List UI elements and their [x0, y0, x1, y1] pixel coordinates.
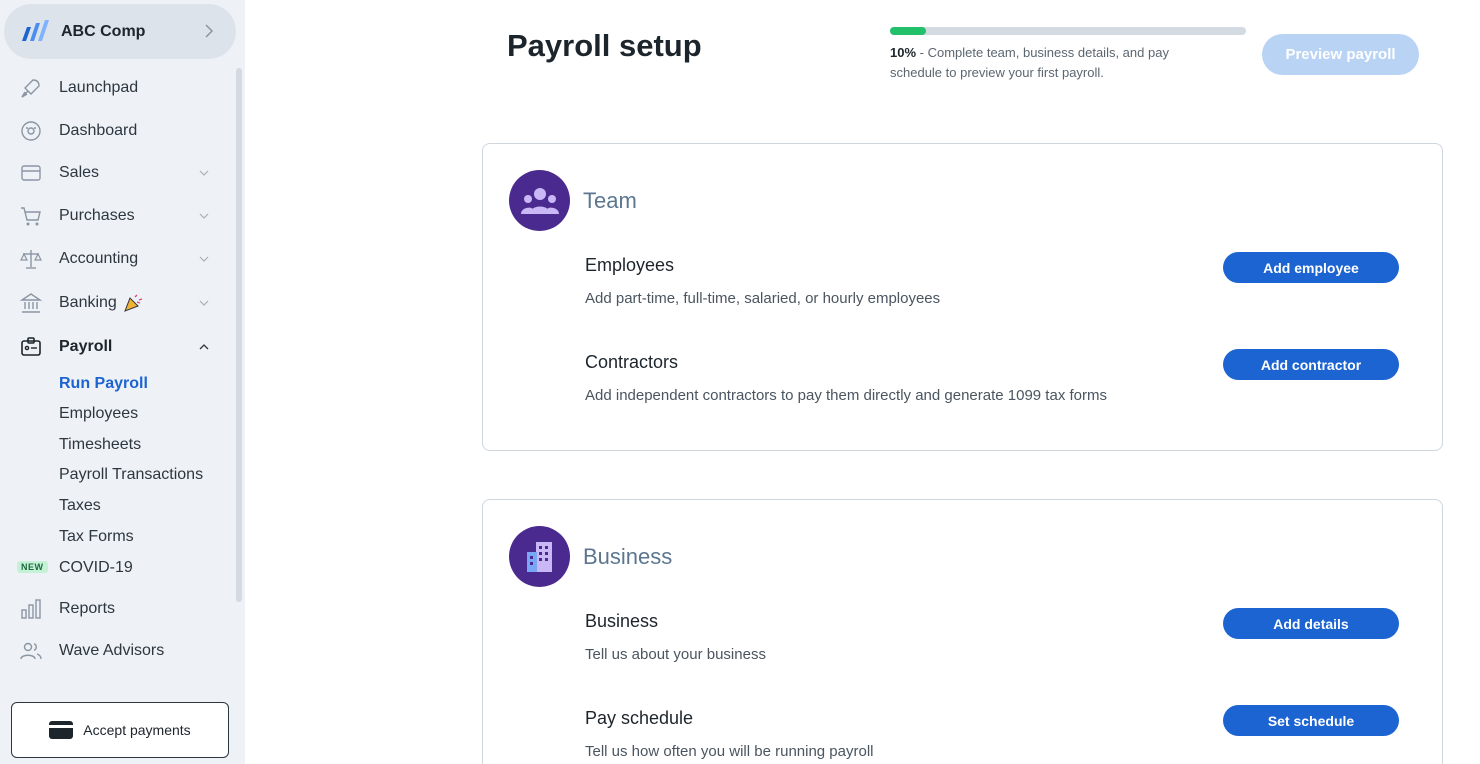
sidebar: ABC Comp Launchpad Dashboard Sales Purch… — [0, 0, 245, 764]
business-card: Business Business Tell us about your bus… — [482, 499, 1443, 764]
nav-label: Payroll — [59, 338, 113, 355]
payroll-badge-icon — [18, 334, 44, 360]
nav-sales[interactable]: Sales — [0, 155, 232, 191]
building-icon — [509, 526, 570, 587]
nav-banking[interactable]: Banking — [0, 285, 232, 321]
people-icon — [18, 638, 44, 664]
chevron-down-icon — [199, 300, 209, 306]
nav-sub-timesheets[interactable]: Timesheets — [59, 436, 141, 454]
party-popper-icon — [123, 294, 143, 312]
bar-chart-icon — [18, 596, 44, 622]
nav-label: Dashboard — [59, 122, 138, 139]
add-contractor-button[interactable]: Add contractor — [1223, 349, 1399, 380]
nav-reports[interactable]: Reports — [0, 591, 232, 627]
team-card: Team Employees Add part-time, full-time,… — [482, 143, 1443, 451]
employees-title: Employees — [585, 255, 675, 275]
dashboard-icon — [18, 118, 44, 144]
chevron-up-icon — [199, 344, 209, 350]
business-description: Tell us about your business — [585, 646, 766, 663]
nav-label: Wave Advisors — [59, 642, 165, 659]
preview-payroll-button[interactable]: Preview payroll — [1262, 34, 1419, 75]
contractors-title: Contractors — [585, 352, 679, 372]
sidebar-fade — [0, 680, 236, 702]
page-title: Payroll setup — [507, 28, 702, 63]
add-details-button[interactable]: Add details — [1223, 608, 1399, 639]
card-icon — [18, 160, 44, 186]
pay-schedule-description: Tell us how often you will be running pa… — [585, 743, 874, 760]
progress-bar — [890, 27, 1246, 35]
nav-sub-taxes[interactable]: Taxes — [59, 497, 101, 515]
employees-description: Add part-time, full-time, salaried, or h… — [585, 290, 941, 307]
chevron-down-icon — [199, 170, 209, 176]
nav-wave-advisors[interactable]: Wave Advisors — [0, 633, 232, 669]
nav-accounting[interactable]: Accounting — [0, 241, 232, 277]
progress-fill — [890, 27, 926, 35]
nav-label: Accounting — [59, 250, 139, 267]
nav-label: Launchpad — [59, 79, 139, 96]
accept-payments-button[interactable]: Accept payments — [11, 702, 229, 758]
contractors-description: Add independent contractors to pay them … — [585, 387, 1107, 404]
company-switcher[interactable]: ABC Comp — [4, 4, 236, 59]
new-badge: NEW — [17, 561, 48, 573]
team-icon — [509, 170, 570, 231]
nav-label: Purchases — [59, 207, 135, 224]
chevron-down-icon — [199, 213, 209, 219]
chevron-down-icon — [199, 256, 209, 262]
chevron-right-icon — [205, 24, 214, 38]
bank-icon — [18, 290, 44, 316]
nav-label: Banking — [59, 294, 117, 311]
wave-logo-icon — [22, 19, 49, 41]
add-employee-button[interactable]: Add employee — [1223, 252, 1399, 283]
company-name: ABC Comp — [61, 22, 146, 40]
progress-text: 10% - Complete team, business details, a… — [890, 43, 1220, 83]
nav-sub-employees[interactable]: Employees — [59, 405, 138, 423]
sidebar-scrollbar[interactable] — [236, 68, 242, 602]
nav-sub-run-payroll[interactable]: Run Payroll — [59, 375, 148, 393]
accept-payments-label: Accept payments — [83, 722, 191, 738]
nav-label: Reports — [59, 600, 116, 617]
set-schedule-button[interactable]: Set schedule — [1223, 705, 1399, 736]
progress-percent: 10% — [890, 45, 917, 60]
nav-covid-19[interactable]: COVID-19 — [59, 559, 133, 577]
nav-payroll[interactable]: Payroll — [0, 329, 232, 365]
nav-label: Sales — [59, 164, 100, 181]
cart-icon — [18, 203, 44, 229]
business-title: Business — [585, 611, 659, 631]
nav-launchpad[interactable]: Launchpad — [0, 70, 232, 106]
rocket-icon — [18, 75, 44, 101]
nav-purchases[interactable]: Purchases — [0, 198, 232, 234]
credit-card-icon — [49, 721, 74, 739]
nav-sub-tax-forms[interactable]: Tax Forms — [59, 528, 134, 546]
scale-icon — [18, 246, 44, 272]
nav-sub-payroll-transactions[interactable]: Payroll Transactions — [59, 466, 203, 484]
business-card-title: Business — [583, 544, 673, 569]
progress-message: - Complete team, business details, and p… — [890, 45, 1169, 80]
pay-schedule-title: Pay schedule — [585, 708, 694, 728]
nav-dashboard[interactable]: Dashboard — [0, 113, 232, 149]
team-card-title: Team — [583, 188, 637, 213]
